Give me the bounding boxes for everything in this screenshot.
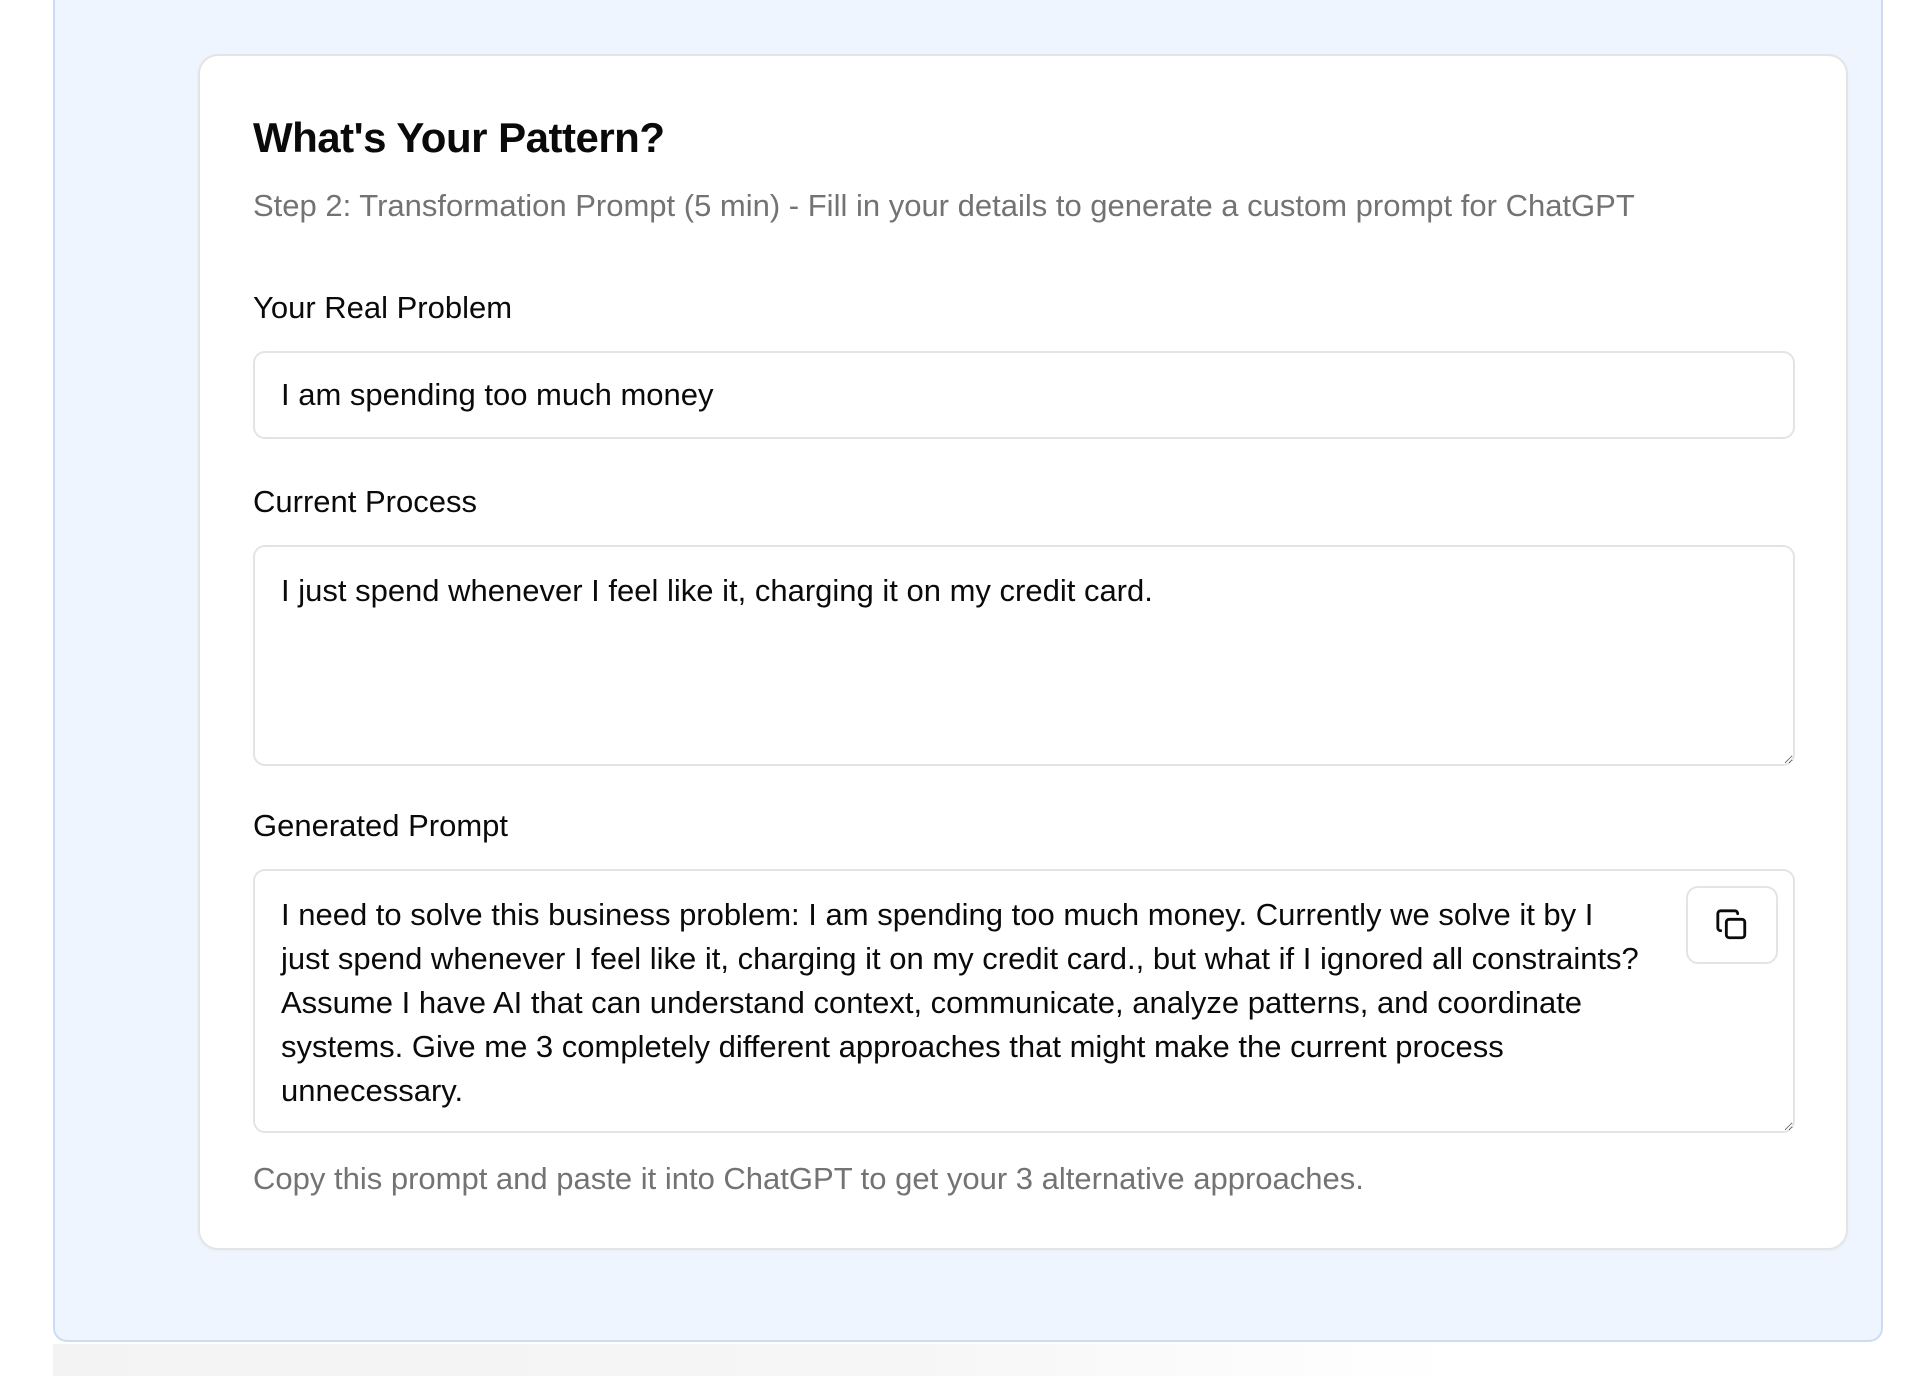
card-subtitle: Step 2: Transformation Prompt (5 min) - … [253, 188, 1635, 223]
real-problem-label: Your Real Problem [253, 290, 513, 325]
current-process-textarea[interactable]: I just spend whenever I feel like it, ch… [253, 545, 1795, 766]
copy-prompt-button[interactable] [1686, 886, 1778, 964]
copy-icon [1716, 909, 1747, 940]
generated-prompt-textarea[interactable]: I need to solve this business problem: I… [253, 869, 1795, 1133]
generated-prompt-label: Generated Prompt [253, 808, 509, 843]
helper-text: Copy this prompt and paste it into ChatG… [253, 1161, 1364, 1196]
pattern-card: What's Your Pattern? Step 2: Transformat… [198, 54, 1848, 1250]
card-title: What's Your Pattern? [253, 114, 665, 161]
real-problem-input[interactable] [253, 351, 1795, 439]
current-process-label: Current Process [253, 484, 477, 519]
outer-panel: What's Your Pattern? Step 2: Transformat… [53, 0, 1883, 1342]
bottom-shadow [53, 1344, 1453, 1376]
